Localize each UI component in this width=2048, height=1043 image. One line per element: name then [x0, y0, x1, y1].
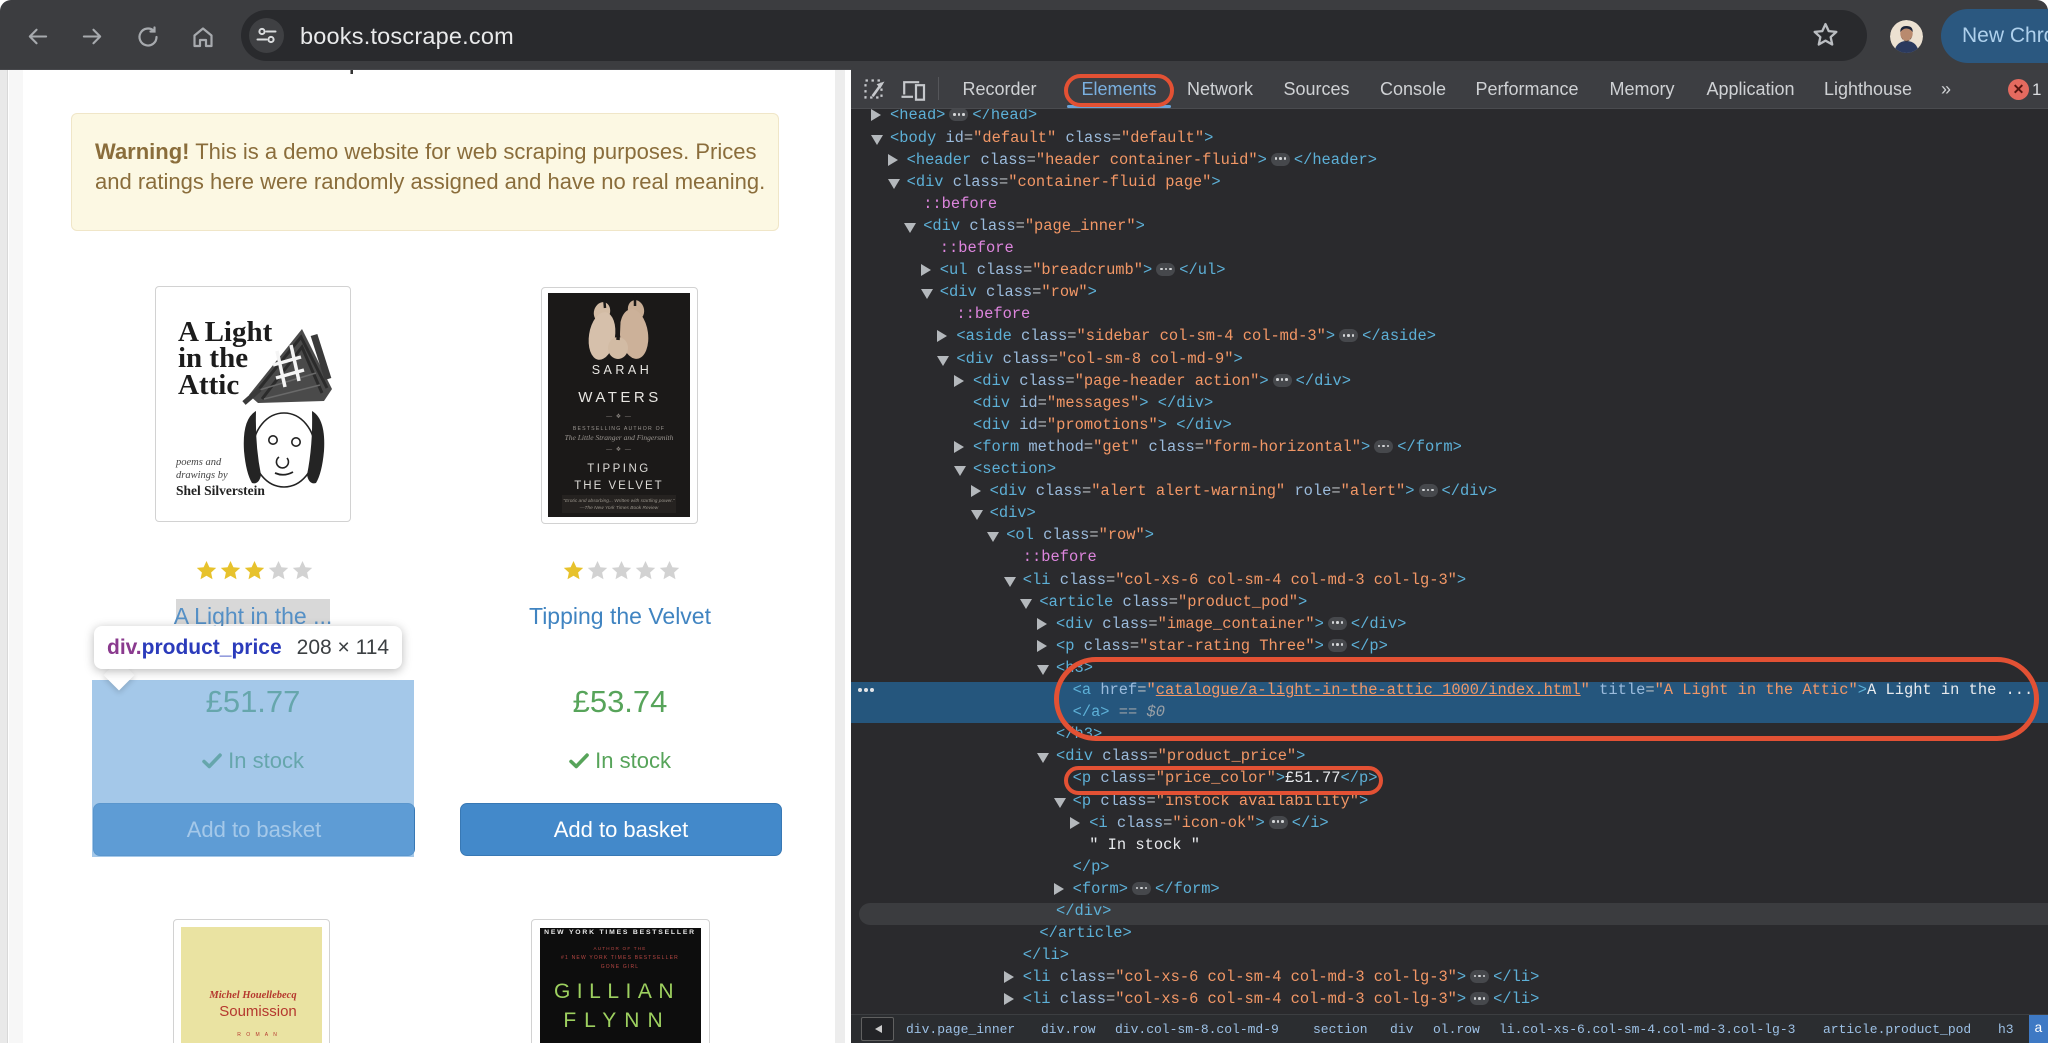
svg-text:The Little Stranger and Finger: The Little Stranger and Fingersmith: [565, 433, 674, 442]
svg-text:GONE GIRL: GONE GIRL: [601, 964, 640, 970]
svg-text:Soumission: Soumission: [219, 1003, 297, 1020]
svg-text:SARAH: SARAH: [592, 363, 653, 377]
svg-text:AUTHOR OF THE: AUTHOR OF THE: [593, 946, 646, 951]
svg-text:— ❖ —: — ❖ —: [606, 447, 632, 453]
svg-text:drawings by: drawings by: [176, 470, 228, 481]
svg-text:#1 NEW YORK TIMES BESTSELLER: #1 NEW YORK TIMES BESTSELLER: [561, 955, 679, 961]
svg-text:GILLIAN: GILLIAN: [554, 980, 680, 1003]
svg-text:—The New York Times Book Revie: —The New York Times Book Review: [579, 505, 659, 511]
svg-text:"Erotic and absorbing... Writt: "Erotic and absorbing... Written with st…: [563, 498, 675, 504]
svg-text:NEW YORK TIMES BESTSELLER: NEW YORK TIMES BESTSELLER: [544, 929, 696, 936]
svg-text:Michel Houellebecq: Michel Houellebecq: [208, 990, 296, 1001]
svg-text:TIPPING: TIPPING: [587, 463, 651, 475]
svg-text:poems and: poems and: [175, 457, 222, 468]
svg-text:R O M A N: R O M A N: [237, 1032, 279, 1038]
svg-text:THE VELVET: THE VELVET: [574, 480, 663, 492]
svg-text:BESTSELLING AUTHOR OF: BESTSELLING AUTHOR OF: [573, 426, 665, 432]
svg-text:— ❖ —: — ❖ —: [606, 414, 632, 420]
svg-text:FLYNN: FLYNN: [563, 1009, 670, 1032]
svg-text:Shel Silverstein: Shel Silverstein: [176, 483, 265, 498]
svg-text:WATERS: WATERS: [578, 389, 662, 406]
svg-text:Attic: Attic: [178, 369, 239, 401]
